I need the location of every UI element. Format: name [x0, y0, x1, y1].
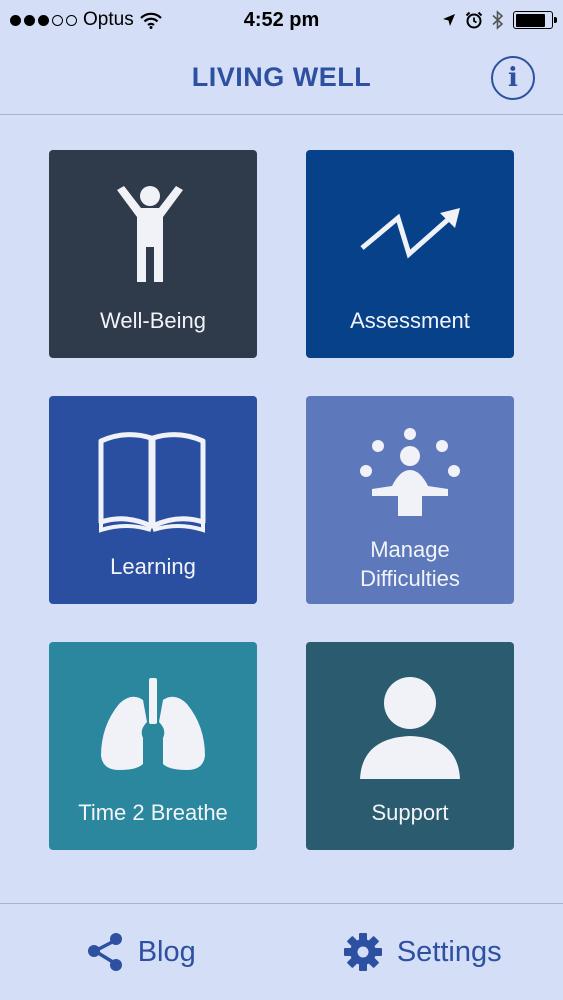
share-icon: [87, 933, 122, 971]
page-title: LIVING WELL: [191, 61, 372, 92]
tile-manage-difficulties[interactable]: Manage Difficulties: [306, 396, 514, 604]
gear-icon: [343, 933, 382, 971]
status-icons: [442, 10, 557, 30]
tab-label: Blog: [137, 935, 196, 968]
wifi-icon: [139, 12, 162, 29]
battery-icon: [513, 11, 557, 29]
info-icon: i: [508, 63, 518, 93]
signal-strength-icon: [10, 14, 77, 26]
tile-learning[interactable]: Learning: [49, 396, 257, 604]
tile-label: Time 2 Breathe: [78, 800, 228, 825]
tab-blog[interactable]: Blog: [0, 904, 282, 1000]
nav-bar: LIVING WELL i: [0, 40, 563, 115]
tile-assessment[interactable]: Assessment: [306, 150, 514, 358]
tile-label: Well-Being: [100, 308, 206, 333]
tile-label: Support: [371, 800, 449, 825]
tile-label: Learning: [110, 554, 196, 579]
tile-support[interactable]: Support: [306, 642, 514, 850]
info-button[interactable]: i: [491, 56, 535, 100]
carrier-name: Optus: [83, 9, 134, 30]
tab-bar: Blog Settings: [0, 903, 563, 1000]
carrier-area: Optus: [10, 9, 162, 31]
tile-label: Manage: [370, 537, 450, 562]
tab-label: Settings: [396, 935, 502, 968]
tile-label: Difficulties: [360, 566, 460, 591]
tile-label: Assessment: [350, 308, 470, 333]
tile-time-2-breathe[interactable]: Time 2 Breathe: [49, 642, 257, 850]
tile-well-being[interactable]: Well-Being: [49, 150, 257, 358]
bluetooth-icon: [492, 10, 504, 30]
status-bar: Optus 4:52 pm: [0, 0, 563, 40]
alarm-clock-icon: [465, 11, 483, 29]
tab-settings[interactable]: Settings: [282, 904, 563, 1000]
location-arrow-icon: [443, 14, 455, 26]
